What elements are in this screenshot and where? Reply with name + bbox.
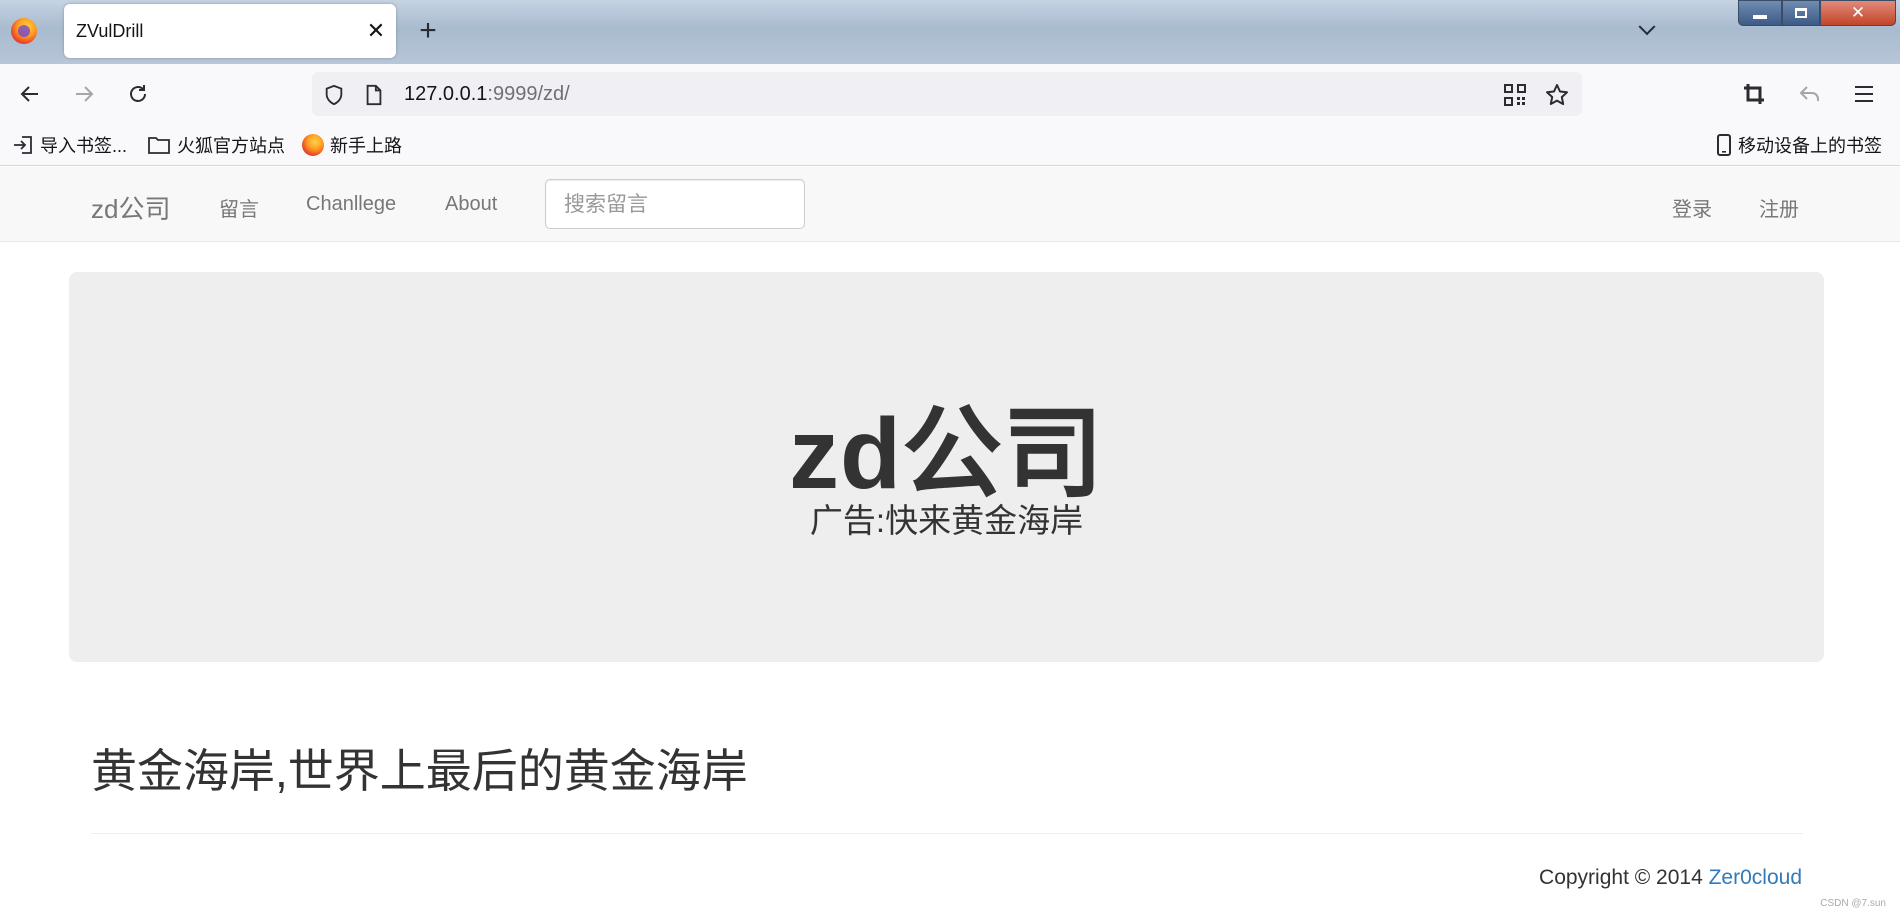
new-tab-button[interactable]: + — [410, 12, 446, 50]
nav-link-challenge[interactable]: Chanllege — [306, 193, 396, 216]
browser-toolbar: 127.0.0.1:9999/zd/ — [0, 64, 1900, 124]
browser-tab[interactable]: ZVulDrill ✕ — [64, 4, 396, 58]
window-close-button[interactable]: ✕ — [1820, 0, 1896, 26]
firefox-logo-icon[interactable] — [11, 18, 37, 44]
reload-icon[interactable] — [122, 78, 154, 110]
jumbotron: zd公司 广告:快来黄金海岸 — [69, 272, 1824, 662]
footer-divider — [91, 833, 1803, 834]
bookmark-label: 导入书签... — [40, 136, 128, 156]
bookmark-firefox-official[interactable]: 火狐官方站点 — [147, 133, 285, 157]
bookmark-star-icon[interactable] — [1544, 82, 1570, 108]
back-arrow-icon[interactable] — [14, 78, 46, 110]
url-host: 127.0.0.1 — [404, 83, 488, 105]
tab-list-chevron-down-icon[interactable] — [1630, 12, 1664, 50]
nav-link-guestbook[interactable]: 留言 — [219, 193, 259, 222]
url-bar[interactable]: 127.0.0.1:9999/zd/ — [312, 72, 1582, 116]
jumbotron-subtitle: 广告:快来黄金海岸 — [809, 502, 1084, 539]
bookmark-getting-started[interactable]: 新手上路 — [302, 133, 402, 157]
bookmarks-toolbar: 导入书签... 火狐官方站点 新手上路 移动设备上的书签 — [0, 124, 1900, 166]
watermark: CSDN @7.sun — [1820, 898, 1886, 909]
tab-title: ZVulDrill — [76, 20, 144, 41]
url-path: :9999/zd/ — [487, 83, 570, 105]
mobile-bookmarks-label: 移动设备上的书签 — [1738, 136, 1882, 156]
footer-author-link[interactable]: Zer0cloud — [1709, 866, 1802, 889]
site-navbar: zd公司 留言 Chanllege About 登录 注册 — [0, 167, 1900, 242]
mobile-bookmarks[interactable]: 移动设备上的书签 — [1716, 133, 1882, 157]
site-brand-link[interactable]: zd公司 — [91, 189, 170, 226]
bookmark-import[interactable]: 导入书签... — [12, 133, 127, 157]
firefox-icon — [302, 134, 324, 156]
window-minimize-button[interactable] — [1738, 0, 1782, 26]
login-link[interactable]: 登录 — [1672, 193, 1712, 222]
register-link[interactable]: 注册 — [1759, 193, 1799, 222]
footer-copyright: Copyright © 2014 — [1539, 866, 1703, 889]
browser-titlebar: ZVulDrill ✕ + ✕ — [0, 0, 1900, 64]
import-icon — [14, 136, 32, 154]
window-restore-button[interactable] — [1782, 0, 1820, 26]
footer: Copyright © 2014 Zer0cloud — [1539, 866, 1802, 890]
folder-icon — [148, 137, 170, 154]
shield-icon[interactable] — [321, 82, 347, 108]
hamburger-menu-icon[interactable] — [1848, 78, 1880, 110]
mobile-device-icon — [1717, 134, 1731, 156]
bookmark-label: 火狐官方站点 — [177, 136, 285, 156]
tab-close-icon[interactable]: ✕ — [356, 18, 396, 44]
qr-code-icon[interactable] — [1502, 82, 1528, 108]
nav-link-about[interactable]: About — [445, 193, 497, 216]
url-text[interactable]: 127.0.0.1:9999/zd/ — [404, 83, 570, 106]
search-input[interactable] — [545, 179, 805, 229]
undo-arrow-icon[interactable] — [1794, 78, 1826, 110]
screenshot-crop-icon[interactable] — [1738, 78, 1770, 110]
bookmark-label: 新手上路 — [330, 136, 402, 156]
page-headline: 黄金海岸,世界上最后的黄金海岸 — [91, 745, 748, 797]
page-icon[interactable] — [361, 82, 387, 108]
forward-arrow-icon[interactable] — [68, 78, 100, 110]
